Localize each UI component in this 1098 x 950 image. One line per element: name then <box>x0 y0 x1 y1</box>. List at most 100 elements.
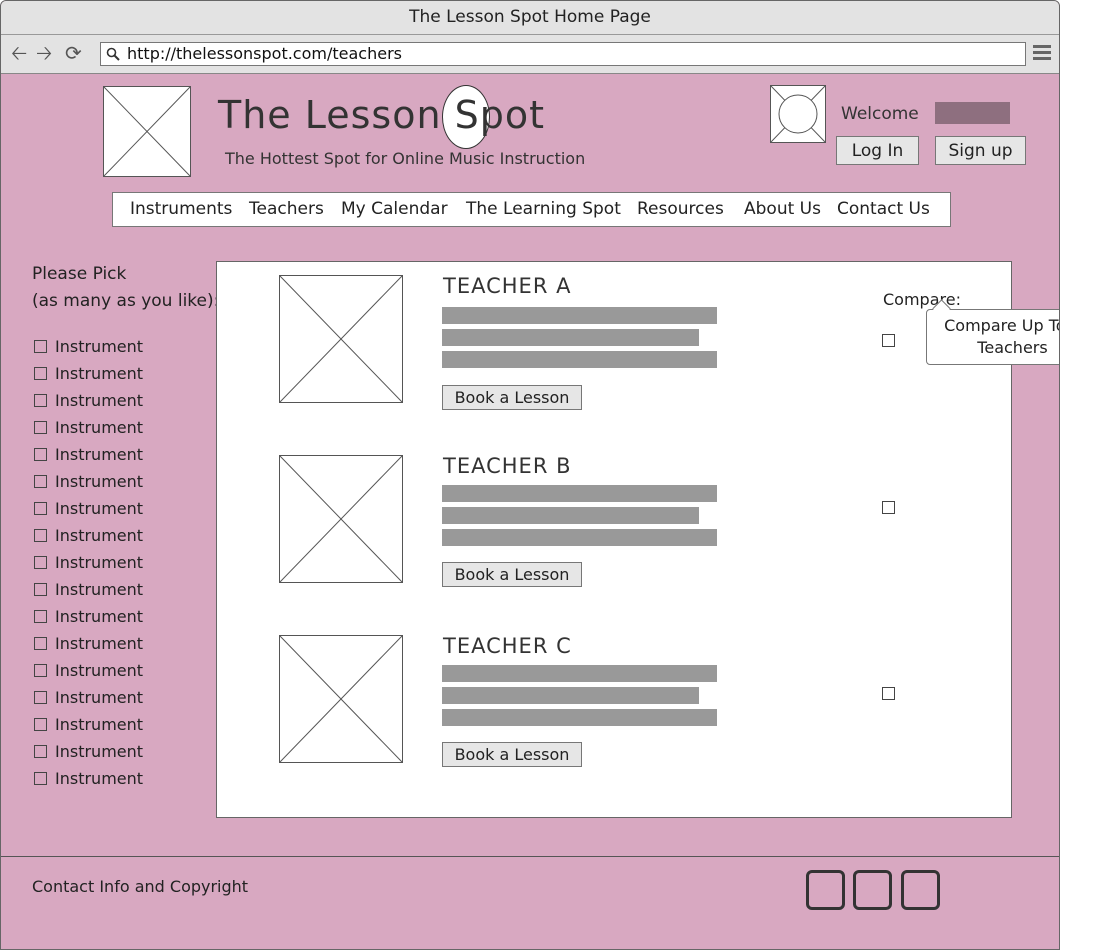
teacher-info-placeholder <box>442 665 717 682</box>
checkbox[interactable] <box>34 394 47 407</box>
site-title: The Lesson Spot <box>218 93 546 137</box>
instrument-option-label: Instrument <box>55 607 144 626</box>
instrument-option-label: Instrument <box>55 769 144 788</box>
checkbox[interactable] <box>34 772 47 785</box>
nav-item-teachers[interactable]: Teachers <box>249 199 324 219</box>
instrument-option[interactable]: Instrument <box>34 522 143 549</box>
teacher-photo-placeholder <box>279 635 403 763</box>
url-text: http://thelessonspot.com/teachers <box>127 44 402 63</box>
address-bar[interactable]: http://thelessonspot.com/teachers <box>100 42 1026 66</box>
teacher-info-placeholder <box>442 351 717 368</box>
nav-item-about-us[interactable]: About Us <box>744 199 821 219</box>
welcome-label: Welcome <box>841 104 919 124</box>
window-title: The Lesson Spot Home Page <box>1 1 1059 35</box>
teacher-name: TEACHER B <box>443 454 572 478</box>
instrument-option-label: Instrument <box>55 445 144 464</box>
instrument-option-label: Instrument <box>55 715 144 734</box>
signup-button[interactable]: Sign up <box>935 136 1026 165</box>
checkbox[interactable] <box>34 745 47 758</box>
refresh-icon[interactable]: ⟳ <box>65 41 82 65</box>
teacher-photo-placeholder <box>279 455 403 583</box>
instrument-option[interactable]: Instrument <box>34 711 143 738</box>
nav-item-my-calendar[interactable]: My Calendar <box>341 199 448 219</box>
filter-heading: Please Pick (as many as you like): <box>32 261 219 315</box>
book-lesson-button[interactable]: Book a Lesson <box>442 742 582 767</box>
compare-tooltip-text: Compare Up To 3 Teachers <box>944 316 1059 357</box>
instrument-option-label: Instrument <box>55 553 144 572</box>
checkbox[interactable] <box>34 556 47 569</box>
social-icon[interactable] <box>806 870 845 910</box>
instrument-option[interactable]: Instrument <box>34 765 143 792</box>
checkbox[interactable] <box>34 583 47 596</box>
browser-toolbar: 🡠 🡢 ⟳ http://thelessonspot.com/teachers <box>1 35 1059 74</box>
checkbox[interactable] <box>34 691 47 704</box>
social-icon[interactable] <box>853 870 892 910</box>
instrument-option-label: Instrument <box>55 634 144 653</box>
nav-item-contact-us[interactable]: Contact Us <box>837 199 930 219</box>
teacher-results-panel: Compare: TEACHER A Book a Lesson TEACHER… <box>216 261 1012 818</box>
checkbox[interactable] <box>34 421 47 434</box>
social-icon[interactable] <box>901 870 940 910</box>
compare-checkbox[interactable] <box>882 501 895 514</box>
instrument-option[interactable]: Instrument <box>34 684 143 711</box>
checkbox[interactable] <box>34 448 47 461</box>
instrument-option[interactable]: Instrument <box>34 738 143 765</box>
book-lesson-button[interactable]: Book a Lesson <box>442 385 582 410</box>
instrument-option[interactable]: Instrument <box>34 468 143 495</box>
teacher-info-placeholder <box>442 529 717 546</box>
arrow-right-icon[interactable]: 🡢 <box>36 41 52 65</box>
footer-divider <box>1 856 1059 857</box>
hamburger-menu-icon[interactable] <box>1033 45 1051 61</box>
instrument-option-label: Instrument <box>55 418 144 437</box>
instrument-option[interactable]: Instrument <box>34 657 143 684</box>
footer-text: Contact Info and Copyright <box>32 877 249 896</box>
compare-checkbox[interactable] <box>882 687 895 700</box>
checkbox[interactable] <box>34 340 47 353</box>
instrument-option[interactable]: Instrument <box>34 603 143 630</box>
checkbox[interactable] <box>34 475 47 488</box>
checkbox[interactable] <box>34 718 47 731</box>
instrument-option[interactable]: Instrument <box>34 441 143 468</box>
nav-item-the-learning-spot[interactable]: The Learning Spot <box>466 199 621 219</box>
checkbox[interactable] <box>34 529 47 542</box>
instrument-option-label: Instrument <box>55 526 144 545</box>
filter-heading-line2: (as many as you like): <box>32 291 220 311</box>
instrument-option[interactable]: Instrument <box>34 630 143 657</box>
arrow-left-icon[interactable]: 🡠 <box>11 41 27 65</box>
instrument-checkbox-list: Instrument Instrument Instrument Instrum… <box>34 333 143 792</box>
nav-item-resources[interactable]: Resources <box>637 199 724 219</box>
teacher-info-placeholder <box>442 329 699 346</box>
user-avatar[interactable] <box>770 85 826 143</box>
instrument-option[interactable]: Instrument <box>34 549 143 576</box>
nav-item-instruments[interactable]: Instruments <box>130 199 232 219</box>
teacher-name: TEACHER A <box>443 274 572 298</box>
checkbox[interactable] <box>34 502 47 515</box>
checkbox[interactable] <box>34 637 47 650</box>
instrument-option-label: Instrument <box>55 472 144 491</box>
instrument-option[interactable]: Instrument <box>34 333 143 360</box>
filter-heading-line1: Please Pick <box>32 264 127 284</box>
instrument-option[interactable]: Instrument <box>34 576 143 603</box>
instrument-option[interactable]: Instrument <box>34 387 143 414</box>
checkbox[interactable] <box>34 610 47 623</box>
checkbox[interactable] <box>34 664 47 677</box>
instrument-option-label: Instrument <box>55 742 144 761</box>
instrument-option-label: Instrument <box>55 661 144 680</box>
main-navigation: Instruments Teachers My Calendar The Lea… <box>112 192 951 227</box>
teacher-info-placeholder <box>442 507 699 524</box>
teacher-info-placeholder <box>442 307 717 324</box>
login-button[interactable]: Log In <box>836 136 919 165</box>
instrument-option-label: Instrument <box>55 688 144 707</box>
checkbox[interactable] <box>34 367 47 380</box>
teacher-name: TEACHER C <box>443 634 572 658</box>
instrument-option-label: Instrument <box>55 391 144 410</box>
instrument-option-label: Instrument <box>55 337 144 356</box>
book-lesson-button[interactable]: Book a Lesson <box>442 562 582 587</box>
instrument-option[interactable]: Instrument <box>34 360 143 387</box>
site-tagline: The Hottest Spot for Online Music Instru… <box>225 149 586 168</box>
username-placeholder <box>935 102 1010 124</box>
compare-checkbox[interactable] <box>882 334 895 347</box>
teacher-info-placeholder <box>442 687 699 704</box>
instrument-option[interactable]: Instrument <box>34 495 143 522</box>
instrument-option[interactable]: Instrument <box>34 414 143 441</box>
